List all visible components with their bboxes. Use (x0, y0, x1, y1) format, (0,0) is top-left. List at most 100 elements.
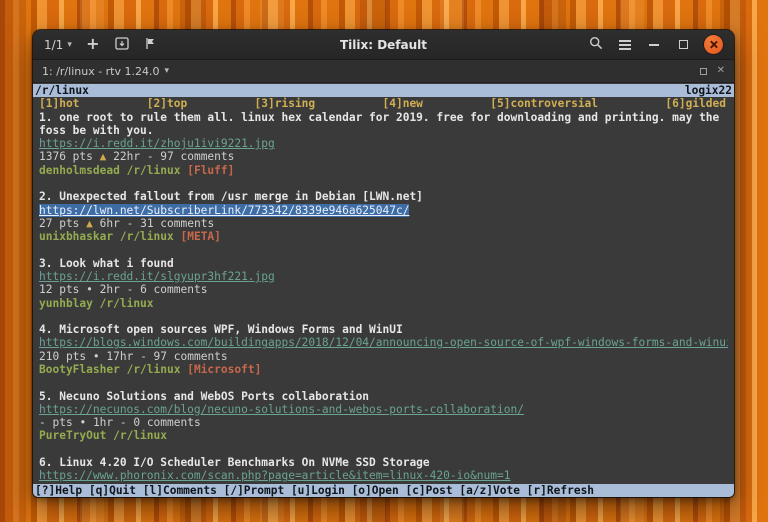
menu-button[interactable] (613, 34, 637, 56)
rtv-header-bar: /r/linux logix22 (33, 84, 734, 97)
bullet-icon: • (79, 416, 86, 429)
post-url-line: https://www.phoronix.com/scan.php?page=a… (39, 469, 728, 482)
post-item: 2. Unexpected fallout from /usr merge in… (39, 190, 728, 243)
post-subreddit: /r/linux (120, 230, 174, 243)
maximize-terminal-icon[interactable] (700, 68, 707, 75)
chevron-down-icon: ▾ (165, 66, 170, 76)
post-details: 22hr - 97 comments (113, 150, 234, 163)
post-title[interactable]: 3. Look what i found (39, 257, 728, 270)
post-score: 12 pts (39, 283, 79, 296)
post-url-link-selected[interactable]: https://lwn.net/SubscriberLink/773342/83… (39, 204, 409, 217)
add-terminal-down-button[interactable] (110, 34, 134, 56)
post-flair: [Microsoft] (187, 363, 261, 376)
post-author-line: unixbhaskar /r/linux [META] (39, 230, 728, 243)
post-meta-line: - pts • 1hr - 0 comments (39, 416, 728, 429)
post-score: 1376 pts (39, 150, 93, 163)
post-url-link[interactable]: https://i.redd.it/slgyupr3hf221.jpg (39, 270, 275, 283)
post-url-line: https://necunos.com/blog/necuno-solution… (39, 403, 728, 416)
post-item: 4. Microsoft open sources WPF, Windows F… (39, 323, 728, 376)
bullet-icon: • (93, 350, 100, 363)
close-terminal-icon[interactable]: ✕ (717, 66, 725, 76)
upvote-arrow-icon: ▲ (86, 217, 93, 230)
post-meta-line: 1376 pts ▲ 22hr - 97 comments (39, 150, 728, 163)
flag-icon (144, 37, 157, 53)
maximize-icon (679, 40, 688, 49)
post-url-line: https://i.redd.it/slgyupr3hf221.jpg (39, 270, 728, 283)
post-details: 1hr - 0 comments (93, 416, 201, 429)
post-score: - pts (39, 416, 73, 429)
post-author: BootyFlasher (39, 363, 120, 376)
post-meta-line: 210 pts • 17hr - 97 comments (39, 350, 728, 363)
close-button[interactable] (700, 34, 727, 56)
new-session-button[interactable]: + (81, 34, 105, 56)
tab-controversial[interactable]: [5]controversial (490, 97, 665, 110)
post-title[interactable]: 4. Microsoft open sources WPF, Windows F… (39, 323, 728, 336)
tab-top[interactable]: [2]top (147, 97, 255, 110)
post-item: 1. one root to rule them all. linux hex … (39, 111, 728, 177)
terminal-tab-title[interactable]: 1: /r/linux - rtv 1.24.0 ▾ (42, 65, 169, 78)
post-subreddit: /r/linux (100, 297, 154, 310)
terminal-view[interactable]: /r/linux logix22 [1]hot [2]top [3]rising… (33, 83, 734, 497)
close-icon (704, 35, 723, 54)
post-author: denholmsdead (39, 164, 120, 177)
tab-gilded[interactable]: [6]gilded (665, 97, 726, 110)
post-meta-line: 12 pts • 2hr - 6 comments (39, 283, 728, 296)
minimize-icon (649, 44, 659, 46)
session-indicator-label: 1/1 (44, 38, 63, 52)
window-title: Tilix: Default (340, 38, 427, 52)
post-meta-line: 27 pts ▲ 6hr - 31 comments (39, 217, 728, 230)
post-title[interactable]: 6. Linux 4.20 I/O Scheduler Benchmarks O… (39, 456, 728, 469)
search-icon (589, 36, 603, 53)
flag-button[interactable] (139, 34, 163, 56)
post-url-line: https://lwn.net/SubscriberLink/773342/83… (39, 204, 728, 217)
post-url-link[interactable]: https://www.phoronix.com/scan.php?page=a… (39, 469, 510, 482)
post-subreddit: /r/linux (113, 429, 167, 442)
subreddit-location: /r/linux (35, 84, 89, 97)
post-author: PureTryOut (39, 429, 106, 442)
titlebar-left-controls: 1/1 ▾ + (40, 34, 163, 56)
hamburger-menu-icon (619, 38, 631, 52)
minimize-button[interactable] (642, 34, 666, 56)
bullet-icon: • (86, 283, 93, 296)
post-item: 3. Look what i found https://i.redd.it/s… (39, 257, 728, 310)
terminal-tab-bar: 1: /r/linux - rtv 1.24.0 ▾ ✕ (33, 60, 734, 83)
session-indicator-dropdown[interactable]: 1/1 ▾ (40, 34, 76, 56)
tab-new[interactable]: [4]new (383, 97, 491, 110)
post-details: 17hr - 97 comments (106, 350, 227, 363)
post-item: 6. Linux 4.20 I/O Scheduler Benchmarks O… (39, 456, 728, 483)
post-item: 5. Necuno Solutions and WebOS Ports coll… (39, 390, 728, 443)
upvote-arrow-icon: ▲ (100, 150, 107, 163)
chevron-down-icon: ▾ (67, 40, 72, 50)
post-details: 2hr - 6 comments (100, 283, 208, 296)
terminal-tab-label: 1: /r/linux - rtv 1.24.0 (42, 65, 160, 78)
post-flair: [META] (180, 230, 220, 243)
logged-in-user: logix22 (685, 84, 732, 97)
post-author-line: denholmsdead /r/linux [Fluff] (39, 164, 728, 177)
rtv-sort-tabs: [1]hot [2]top [3]rising [4]new [5]contro… (39, 97, 728, 110)
post-score: 210 pts (39, 350, 86, 363)
tab-rising[interactable]: [3]rising (255, 97, 383, 110)
search-button[interactable] (584, 34, 608, 56)
maximize-button[interactable] (671, 34, 695, 56)
tab-hot[interactable]: [1]hot (39, 97, 147, 110)
post-url-line: https://blogs.windows.com/buildingapps/2… (39, 336, 728, 349)
post-url-link[interactable]: https://i.redd.it/zhoju1ivi9221.jpg (39, 137, 275, 150)
post-url-link[interactable]: https://necunos.com/blog/necuno-solution… (39, 403, 524, 416)
post-url-line: https://i.redd.it/zhoju1ivi9221.jpg (39, 137, 728, 150)
post-title[interactable]: 1. one root to rule them all. linux hex … (39, 111, 728, 138)
rtv-content: /r/linux logix22 [1]hot [2]top [3]rising… (33, 83, 734, 483)
post-title[interactable]: 5. Necuno Solutions and WebOS Ports coll… (39, 390, 728, 403)
tilix-window: 1/1 ▾ + Tilix: Default (33, 30, 734, 497)
rtv-status-bar: [?]Help [q]Quit [l]Comments [/]Prompt [u… (33, 484, 734, 497)
post-flair: [Fluff] (187, 164, 234, 177)
post-author: yunhblay (39, 297, 93, 310)
post-details: 6hr - 31 comments (100, 217, 215, 230)
post-score: 27 pts (39, 217, 79, 230)
post-author-line: BootyFlasher /r/linux [Microsoft] (39, 363, 728, 376)
post-url-link[interactable]: https://blogs.windows.com/buildingapps/2… (39, 336, 728, 349)
post-author-line: PureTryOut /r/linux (39, 429, 728, 442)
post-author-line: yunhblay /r/linux (39, 297, 728, 310)
post-subreddit: /r/linux (127, 164, 181, 177)
post-title[interactable]: 2. Unexpected fallout from /usr merge in… (39, 190, 728, 203)
post-subreddit: /r/linux (127, 363, 181, 376)
